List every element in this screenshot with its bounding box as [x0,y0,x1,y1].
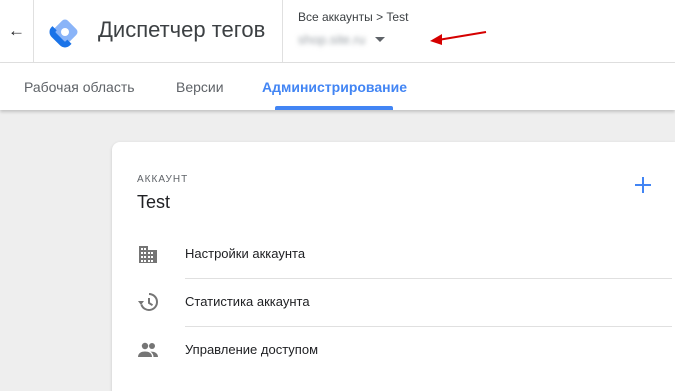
breadcrumb[interactable]: Все аккаунты > Test [298,10,408,24]
container-name: shop.site.ru [298,31,366,47]
back-button[interactable]: ← [0,0,34,62]
menu-item-user-management[interactable]: Управление доступом [112,326,675,374]
tag-manager-logo[interactable] [48,15,82,49]
header-divider [282,0,283,62]
app-title: Диспетчер тегов [98,17,266,42]
menu-item-label: Настройки аккаунта [185,246,306,261]
nav-tabs: Рабочая область Версии Администрирование [0,63,675,110]
active-tab-indicator [275,106,393,110]
menu-item-label: Статистика аккаунта [185,294,310,309]
menu-item-account-activity[interactable]: Статистика аккаунта [112,278,675,326]
tab-workspace[interactable]: Рабочая область [24,63,135,110]
menu-item-label: Управление доступом [185,342,319,357]
tab-versions[interactable]: Версии [176,63,224,110]
tab-admin[interactable]: Администрирование [262,63,407,110]
menu-item-account-settings[interactable]: Настройки аккаунта [112,230,675,278]
arrow-back-icon: ← [8,21,25,40]
caret-down-icon[interactable] [375,36,386,42]
annotation-arrow-icon [430,31,487,45]
add-icon[interactable] [632,174,654,196]
people-icon [138,342,158,357]
top-app-bar: ← Диспетчер тегов Все аккаунты > Test sh… [0,0,675,63]
account-name: Test [137,192,171,212]
building-icon [139,246,157,263]
container-selector[interactable]: shop.site.ru [298,30,386,48]
section-label: АККАУНТ [137,174,189,185]
history-icon [138,293,158,311]
account-card: АККАУНТ Test Настройки аккаунта Статисти… [112,142,675,391]
